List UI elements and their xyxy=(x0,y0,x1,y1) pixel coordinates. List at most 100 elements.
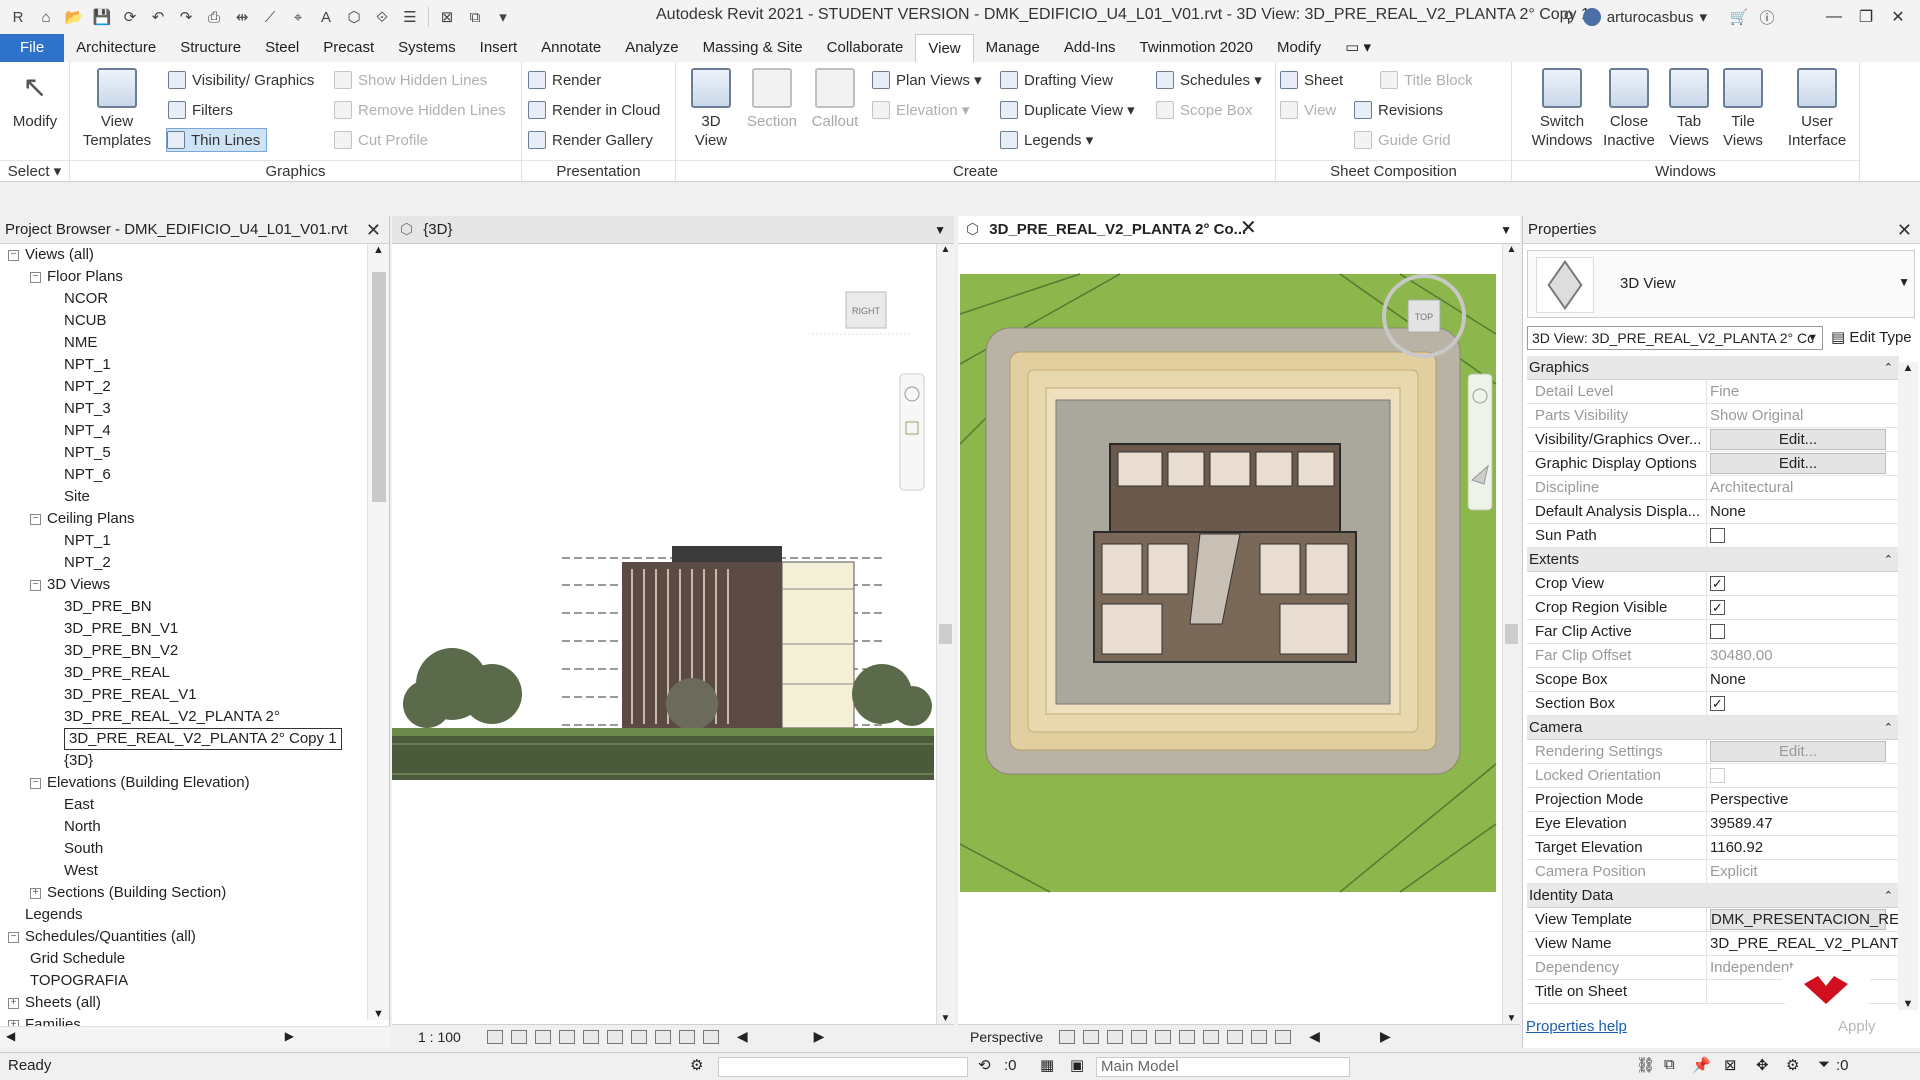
type-selector[interactable]: 3D View ▼ xyxy=(1527,250,1915,318)
tree-item[interactable]: − Views (all) xyxy=(0,244,368,266)
home-icon[interactable]: ⌂ xyxy=(35,6,57,28)
tree-item[interactable]: East xyxy=(0,794,368,816)
thin-lines-qat-icon[interactable]: ☰ xyxy=(399,6,421,28)
property-value[interactable]: 1160.92 xyxy=(1707,836,1899,859)
close-icon[interactable]: ✕ xyxy=(1897,216,1912,244)
sun-path-icon[interactable] xyxy=(1083,1029,1100,1044)
tree-item[interactable]: 3D_PRE_REAL_V2_PLANTA 2° Copy 1 xyxy=(0,728,368,750)
render-dialog-icon[interactable] xyxy=(1131,1029,1148,1044)
property-checkbox[interactable]: ✓ xyxy=(1710,600,1725,615)
scope-box-button[interactable]: Scope Box xyxy=(1156,98,1253,122)
tree-item[interactable]: North xyxy=(0,816,368,838)
collapse-icon[interactable]: − xyxy=(30,271,41,283)
modify-button[interactable]: ↖ Modify xyxy=(10,68,60,131)
tree-item[interactable]: − Ceiling Plans xyxy=(0,508,368,530)
view-templates-button[interactable]: View Templates xyxy=(82,68,152,150)
tag-icon[interactable]: ⌖ xyxy=(287,6,309,28)
lock-view-icon[interactable] xyxy=(654,1029,671,1044)
scroll-left-arrow[interactable]: ◀ xyxy=(1309,1028,1320,1045)
tab-precast[interactable]: Precast xyxy=(311,34,386,62)
reveal-hidden-icon[interactable] xyxy=(702,1029,719,1044)
edit-button[interactable]: Edit... xyxy=(1710,429,1886,450)
scroll-down-arrow[interactable]: ▼ xyxy=(937,1013,954,1024)
property-value[interactable]: Edit... xyxy=(1707,452,1899,475)
expand-icon[interactable]: + xyxy=(30,887,41,899)
instance-selector[interactable]: 3D View: 3D_PRE_REAL_V2_PLANTA 2° Cc ▼ xyxy=(1527,326,1823,350)
tree-item[interactable]: 3D_PRE_REAL xyxy=(0,662,368,684)
property-value[interactable]: Show Original xyxy=(1707,404,1899,427)
property-group-header[interactable]: Camera ⌃ xyxy=(1527,716,1899,740)
tree-item[interactable]: NPT_5 xyxy=(0,442,368,464)
shadows-icon[interactable] xyxy=(1107,1029,1124,1044)
property-value[interactable]: None xyxy=(1707,500,1899,523)
collapse-icon[interactable]: ⌃ xyxy=(1884,716,1893,740)
scroll-thumb[interactable] xyxy=(1505,624,1518,644)
print-icon[interactable]: ⎙ xyxy=(203,6,225,28)
tree-item[interactable]: NCOR xyxy=(0,288,368,310)
tab-file[interactable]: File xyxy=(0,34,65,62)
property-checkbox[interactable] xyxy=(1710,624,1725,639)
close-icon[interactable]: ✕ xyxy=(366,216,381,244)
tab-massing-site[interactable]: Massing & Site xyxy=(691,34,815,62)
tab-architecture[interactable]: Architecture xyxy=(64,34,168,62)
property-value[interactable]: Fine xyxy=(1707,380,1899,403)
view-scale[interactable]: 1 : 100 xyxy=(418,1029,461,1045)
switch-windows-qat-icon[interactable]: ⧉ xyxy=(464,6,486,28)
select-underlay-icon[interactable]: ⧉ xyxy=(1664,1056,1675,1073)
view-left-scrollbar[interactable]: ▲ ▼ xyxy=(936,244,954,1024)
undo-icon[interactable]: ↶ xyxy=(147,6,169,28)
property-value[interactable]: 39589.47 xyxy=(1707,812,1899,835)
project-browser-scrollbar[interactable]: ▲ ▼ xyxy=(367,244,389,1020)
rename-view-field[interactable]: 3D_PRE_REAL_V2_PLANTA 2° Copy 1 xyxy=(64,728,342,750)
render-in-cloud-button[interactable]: Render in Cloud xyxy=(528,98,660,122)
collapse-icon[interactable]: − xyxy=(8,931,19,943)
thin-lines-button[interactable]: Thin Lines xyxy=(166,128,268,152)
cart-icon[interactable]: 🛒 xyxy=(1728,6,1750,28)
tree-item[interactable]: − Elevations (Building Elevation) xyxy=(0,772,368,794)
tab-add-ins[interactable]: Add-Ins xyxy=(1052,34,1128,62)
worksets-icon[interactable]: ⚙ xyxy=(690,1056,703,1074)
worksharing-icon[interactable] xyxy=(1275,1029,1292,1044)
property-value[interactable]: ✓ xyxy=(1707,596,1899,619)
collapse-icon[interactable]: ⌃ xyxy=(1884,356,1893,380)
property-value[interactable]: Architectural xyxy=(1707,476,1899,499)
temp-hide-icon[interactable] xyxy=(1227,1029,1244,1044)
scroll-down-arrow[interactable]: ▼ xyxy=(1503,1013,1520,1024)
view-menu-icon[interactable]: ▼ xyxy=(934,216,946,244)
property-group-header[interactable]: Identity Data ⌃ xyxy=(1527,884,1899,908)
view-tab-active[interactable]: ⬡ 3D_PRE_REAL_V2_PLANTA 2° Co... ✕ ▼ xyxy=(958,216,1520,244)
filter-icon[interactable]: ⏷ xyxy=(1818,1056,1830,1073)
tree-item[interactable]: −3D Views xyxy=(0,574,368,596)
user-interface-button[interactable]: User Interface xyxy=(1782,68,1852,150)
close-inactive-button[interactable]: Close Inactive xyxy=(1598,68,1660,150)
view-cube[interactable]: RIGHT xyxy=(812,291,912,335)
tree-item[interactable]: NPT_2 xyxy=(0,552,368,574)
sun-path-icon[interactable] xyxy=(534,1029,551,1044)
workset-field[interactable] xyxy=(718,1057,968,1077)
view-tab-3d[interactable]: ⬡ {3D} ▼ xyxy=(392,216,954,244)
detail-level-icon[interactable] xyxy=(486,1029,503,1044)
visibility-graphics-button[interactable]: Visibility/ Graphics xyxy=(168,68,314,92)
place-view-button[interactable]: View xyxy=(1280,98,1336,122)
edit-button[interactable]: Edit... xyxy=(1710,453,1886,474)
background-process-icon[interactable]: ⚙ xyxy=(1786,1056,1799,1074)
navigation-bar[interactable] xyxy=(899,373,925,491)
tab-collaborate[interactable]: Collaborate xyxy=(815,34,916,62)
tree-item[interactable]: − Schedules/Quantities (all) xyxy=(0,926,368,948)
render-button[interactable]: Render xyxy=(528,68,601,92)
property-value[interactable]: Edit... xyxy=(1707,740,1899,763)
tab-twinmotion[interactable]: Twinmotion 2020 xyxy=(1128,34,1265,62)
lock-view-icon[interactable] xyxy=(1203,1029,1220,1044)
tree-item[interactable]: Site xyxy=(0,486,368,508)
property-group-header[interactable]: Graphics ⌃ xyxy=(1527,356,1899,380)
select-links-icon[interactable]: ⛓ xyxy=(1636,1056,1655,1074)
crop-view-icon[interactable] xyxy=(1155,1029,1172,1044)
title-block-button[interactable]: Title Block xyxy=(1380,68,1473,92)
tree-item[interactable]: Grid Schedule xyxy=(0,948,368,970)
scroll-down-arrow[interactable]: ▼ xyxy=(1898,998,1918,1010)
render-dialog-icon[interactable] xyxy=(582,1029,599,1044)
scroll-left-arrow[interactable]: ◀ xyxy=(737,1028,748,1045)
temp-hide-icon[interactable] xyxy=(678,1029,695,1044)
property-value[interactable]: ✓ xyxy=(1707,692,1899,715)
shadows-icon[interactable] xyxy=(558,1029,575,1044)
